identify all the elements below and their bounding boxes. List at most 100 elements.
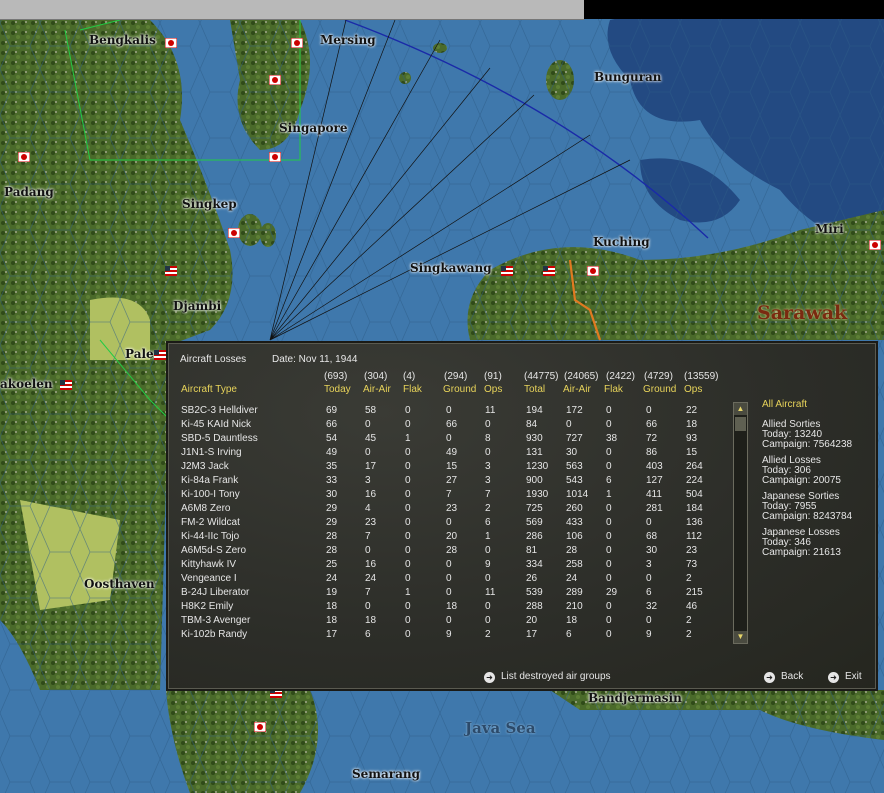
- loss-value-cell: 136: [686, 517, 703, 528]
- loss-value-cell: 38: [606, 433, 618, 444]
- dialog-title: Aircraft Losses: [180, 354, 247, 365]
- table-row[interactable]: Ki-84a Frank 33 3 0 27 3 900 543 6 127 224: [168, 475, 728, 489]
- place-label[interactable]: Semarang: [352, 767, 420, 781]
- place-label[interactable]: Kuching: [593, 235, 650, 249]
- scroll-down-arrow-icon[interactable]: ▼: [734, 631, 747, 643]
- loss-value-cell: 29: [606, 587, 618, 598]
- loss-value-cell: 7: [365, 587, 371, 598]
- table-row[interactable]: A6M5d-S Zero 28 0 0 28 0 81 28 0 30 23: [168, 545, 728, 559]
- table-row[interactable]: J1N1-S Irving 49 0 0 49 0 131 30 0 86 15: [168, 447, 728, 461]
- loss-value-cell: 72: [646, 433, 658, 444]
- place-label[interactable]: Djambi: [173, 299, 221, 313]
- place-label[interactable]: Bunguran: [594, 70, 662, 84]
- place-label[interactable]: akoelen: [0, 377, 53, 391]
- table-row[interactable]: B-24J Liberator 19 7 1 0 11 539 289 29 6 215: [168, 587, 728, 601]
- place-label[interactable]: Singkawang: [410, 261, 492, 275]
- exit-button[interactable]: ➜ Exit: [828, 671, 862, 683]
- place-label[interactable]: Bengkalis: [89, 33, 156, 47]
- loss-value-cell: 69: [326, 405, 338, 416]
- loss-value-cell: 0: [365, 545, 371, 556]
- table-row[interactable]: Ki-45 KAId Nick 66 0 0 66 0 84 0 0 66 18: [168, 419, 728, 433]
- loss-value-cell: 1230: [526, 461, 549, 472]
- table-row[interactable]: SBD-5 Dauntless 54 45 1 0 8 930 727 38 72 93: [168, 433, 728, 447]
- allied-base-icon[interactable]: [154, 350, 166, 360]
- loss-value-cell: 0: [566, 419, 572, 430]
- aircraft-type-cell: H8K2 Emily: [181, 601, 234, 612]
- table-row[interactable]: Vengeance I 24 24 0 0 0 26 24 0 0 2: [168, 573, 728, 587]
- japanese-base-icon[interactable]: [869, 240, 881, 250]
- table-row[interactable]: SB2C-3 Helldiver 69 58 0 0 11 194 172 0 0 22: [168, 405, 728, 419]
- loss-value-cell: 30: [326, 489, 338, 500]
- table-row[interactable]: H8K2 Emily 18 0 0 18 0 288 210 0 32 46: [168, 601, 728, 615]
- loss-value-cell: 81: [526, 545, 538, 556]
- top-toolbar: [0, 0, 584, 20]
- back-button[interactable]: ➜ Back: [764, 671, 803, 683]
- scroll-up-arrow-icon[interactable]: ▲: [734, 403, 747, 415]
- aircraft-type-cell: Ki-100-I Tony: [181, 489, 240, 500]
- col-aircraft-type[interactable]: Aircraft Type: [181, 384, 237, 395]
- place-label[interactable]: Singapore: [279, 121, 347, 135]
- col-campaign-ops[interactable]: Ops: [684, 384, 702, 395]
- col-total[interactable]: Total: [524, 384, 545, 395]
- col-ground[interactable]: Ground: [443, 384, 476, 395]
- table-row[interactable]: TBM-3 Avenger 18 18 0 0 0 20 18 0 0 2: [168, 615, 728, 629]
- scroll-thumb[interactable]: [735, 417, 746, 431]
- col-air-air[interactable]: Air-Air: [363, 384, 391, 395]
- loss-value-cell: 15: [686, 447, 698, 458]
- loss-value-cell: 0: [606, 559, 612, 570]
- col-today[interactable]: Today: [324, 384, 351, 395]
- japanese-losses-block: Japanese Losses Today: 346 Campaign: 216…: [762, 528, 872, 558]
- loss-value-cell: 35: [326, 461, 338, 472]
- table-scrollbar[interactable]: ▲ ▼: [733, 402, 748, 644]
- loss-value-cell: 3: [485, 475, 491, 486]
- table-row[interactable]: J2M3 Jack 35 17 0 15 3 1230 563 0 403 264: [168, 461, 728, 475]
- filter-all-aircraft[interactable]: All Aircraft: [762, 400, 872, 410]
- table-row[interactable]: Kittyhawk IV 25 16 0 0 9 334 258 0 3 73: [168, 559, 728, 573]
- sea-label: Java Sea: [465, 719, 536, 737]
- table-row[interactable]: Ki-44-IIc Tojo 28 7 0 20 1 286 106 0 68 112: [168, 531, 728, 545]
- col-campaign-ground[interactable]: Ground: [643, 384, 676, 395]
- japanese-base-icon[interactable]: [254, 722, 266, 732]
- place-label[interactable]: Singkep: [182, 197, 237, 211]
- loss-value-cell: 18: [365, 615, 377, 626]
- place-label[interactable]: Padang: [4, 185, 54, 199]
- loss-value-cell: 1: [606, 489, 612, 500]
- loss-value-cell: 264: [686, 461, 703, 472]
- japanese-base-icon[interactable]: [269, 152, 281, 162]
- loss-value-cell: 18: [446, 601, 458, 612]
- loss-value-cell: 84: [526, 419, 538, 430]
- table-row[interactable]: FM-2 Wildcat 29 23 0 0 6 569 433 0 0 136: [168, 517, 728, 531]
- table-row[interactable]: Ki-102b Randy 17 6 0 9 2 17 6 0 9 2: [168, 629, 728, 643]
- place-label[interactable]: Oosthaven: [84, 577, 155, 591]
- loss-value-cell: 0: [365, 601, 371, 612]
- list-destroyed-air-groups-button[interactable]: ➜ List destroyed air groups: [484, 671, 611, 683]
- japanese-base-icon[interactable]: [18, 152, 30, 162]
- loss-value-cell: 0: [606, 573, 612, 584]
- loss-value-cell: 260: [566, 503, 583, 514]
- col-ops[interactable]: Ops: [484, 384, 502, 395]
- japanese-base-icon[interactable]: [291, 38, 303, 48]
- allied-base-icon[interactable]: [60, 380, 72, 390]
- report-date: Date: Nov 11, 1944: [272, 354, 358, 365]
- table-row[interactable]: A6M8 Zero 29 4 0 23 2 725 260 0 281 184: [168, 503, 728, 517]
- table-row[interactable]: Ki-100-I Tony 30 16 0 7 7 1930 1014 1 411 504: [168, 489, 728, 503]
- place-label[interactable]: Bandjermasin: [588, 691, 682, 705]
- loss-value-cell: 0: [606, 405, 612, 416]
- japanese-base-icon[interactable]: [587, 266, 599, 276]
- japanese-base-icon[interactable]: [269, 75, 281, 85]
- col-campaign-air-air[interactable]: Air-Air: [563, 384, 591, 395]
- loss-value-cell: 27: [446, 475, 458, 486]
- allied-base-icon[interactable]: [501, 266, 513, 276]
- allied-base-icon[interactable]: [543, 266, 555, 276]
- japanese-base-icon[interactable]: [228, 228, 240, 238]
- japanese-base-icon[interactable]: [165, 38, 177, 48]
- col-flak[interactable]: Flak: [403, 384, 422, 395]
- campaign-ops: (13559): [684, 371, 719, 382]
- loss-value-cell: 215: [686, 587, 703, 598]
- loss-value-cell: 0: [606, 531, 612, 542]
- col-campaign-flak[interactable]: Flak: [604, 384, 623, 395]
- loss-value-cell: 58: [365, 405, 377, 416]
- allied-base-icon[interactable]: [165, 266, 177, 276]
- place-label[interactable]: Mersing: [320, 33, 376, 47]
- place-label[interactable]: Miri: [815, 222, 844, 236]
